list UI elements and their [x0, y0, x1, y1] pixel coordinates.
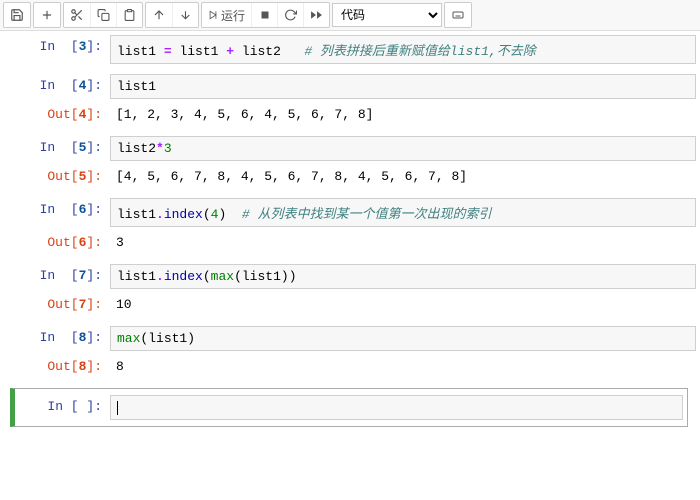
code-content[interactable]: list1 = list1 + list2 # 列表拼接后重新赋值给list1,…: [110, 35, 696, 64]
keyboard-icon: [451, 9, 465, 21]
output-prompt: Out[5]:: [0, 165, 110, 188]
scissors-icon: [70, 8, 84, 22]
output-prompt: Out[4]:: [0, 103, 110, 126]
code-cell[interactable]: In [3]:list1 = list1 + list2 # 列表拼接后重新赋值…: [0, 35, 700, 64]
active-cell[interactable]: In [ ]:: [10, 388, 688, 427]
command-palette-button[interactable]: [445, 3, 471, 27]
code-cell[interactable]: In [8]:max(list1)Out[8]:8: [0, 326, 700, 378]
code-content[interactable]: list2*3: [110, 136, 696, 161]
save-icon: [10, 8, 24, 22]
restart-run-all-button[interactable]: [303, 3, 329, 27]
notebook-area: In [3]:list1 = list1 + list2 # 列表拼接后重新赋值…: [0, 31, 700, 378]
paste-button[interactable]: [116, 3, 142, 27]
input-prompt: In [5]:: [0, 136, 110, 159]
arrow-up-icon: [152, 8, 166, 22]
interrupt-button[interactable]: [251, 3, 277, 27]
run-icon: [208, 10, 218, 20]
output-text: [1, 2, 3, 4, 5, 6, 4, 5, 6, 7, 8]: [110, 103, 700, 126]
code-cell[interactable]: In [5]:list2*3Out[5]:[4, 5, 6, 7, 8, 4, …: [0, 136, 700, 188]
code-content[interactable]: list1.index(max(list1)): [110, 264, 696, 289]
output-text: 3: [110, 231, 700, 254]
input-prompt: In [8]:: [0, 326, 110, 349]
input-prompt: In [4]:: [0, 74, 110, 97]
move-up-button[interactable]: [146, 3, 172, 27]
input-prompt: In [6]:: [0, 198, 110, 221]
fast-forward-icon: [310, 8, 323, 22]
output-text: 10: [110, 293, 700, 316]
input-prompt: In [3]:: [0, 35, 110, 58]
code-content[interactable]: max(list1): [110, 326, 696, 351]
stop-icon: [259, 9, 271, 21]
output-prompt: Out[6]:: [0, 231, 110, 254]
cell-type-select[interactable]: 代码: [332, 3, 442, 27]
copy-icon: [97, 8, 110, 22]
plus-icon: [40, 8, 54, 22]
output-text: 8: [110, 355, 700, 378]
input-prompt: In [7]:: [0, 264, 110, 287]
input-prompt: In [ ]:: [15, 395, 110, 418]
code-content[interactable]: list1.index(4) # 从列表中找到某一个值第一次出现的索引: [110, 198, 696, 227]
code-cell[interactable]: In [4]:list1Out[4]:[1, 2, 3, 4, 5, 6, 4,…: [0, 74, 700, 126]
restart-button[interactable]: [277, 3, 303, 27]
code-input[interactable]: [110, 395, 683, 420]
move-down-button[interactable]: [172, 3, 198, 27]
output-prompt: Out[8]:: [0, 355, 110, 378]
insert-cell-button[interactable]: [34, 3, 60, 27]
code-cell[interactable]: In [6]:list1.index(4) # 从列表中找到某一个值第一次出现的…: [0, 198, 700, 254]
restart-icon: [284, 8, 297, 22]
save-button[interactable]: [4, 3, 30, 27]
toolbar: 运行 代码: [0, 0, 700, 31]
code-cell[interactable]: In [7]:list1.index(max(list1))Out[7]:10: [0, 264, 700, 316]
run-label: 运行: [221, 7, 245, 24]
paste-icon: [123, 8, 136, 22]
output-prompt: Out[7]:: [0, 293, 110, 316]
code-content[interactable]: list1: [110, 74, 696, 99]
run-button[interactable]: 运行: [202, 3, 251, 27]
cut-button[interactable]: [64, 3, 90, 27]
output-text: [4, 5, 6, 7, 8, 4, 5, 6, 7, 8, 4, 5, 6, …: [110, 165, 700, 188]
arrow-down-icon: [179, 8, 192, 22]
copy-button[interactable]: [90, 3, 116, 27]
